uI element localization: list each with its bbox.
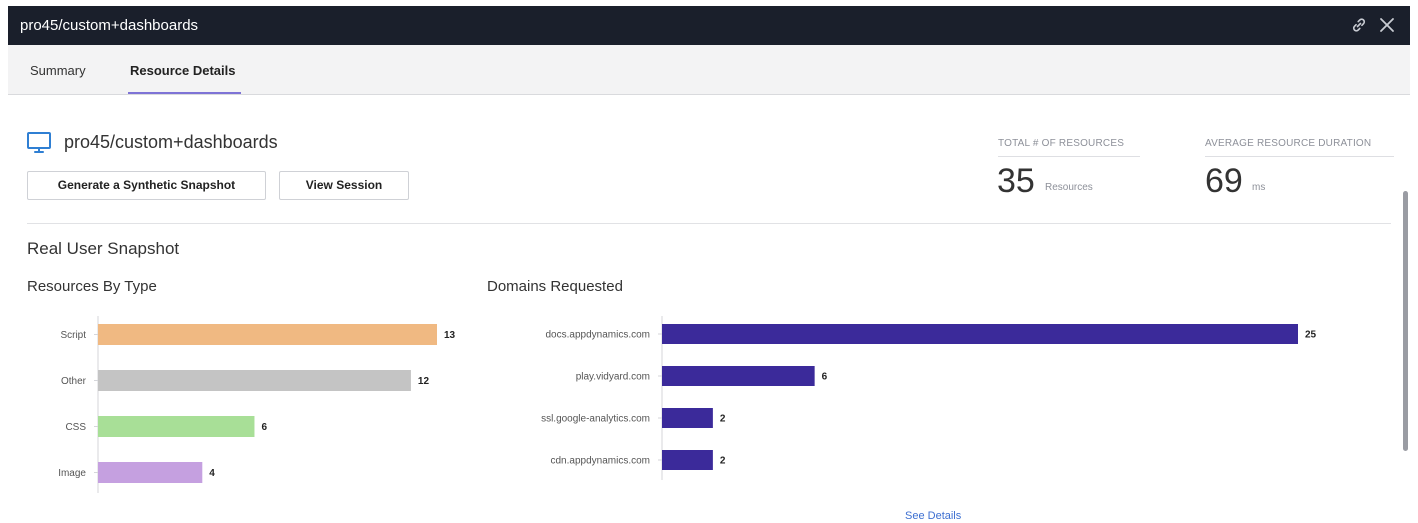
category-label: Script <box>60 330 86 341</box>
bar[interactable] <box>98 324 437 345</box>
see-details-link[interactable]: See Details <box>905 510 961 522</box>
total-resources-value: 35 <box>997 162 1035 200</box>
view-session-button[interactable]: View Session <box>279 171 409 200</box>
category-label: CSS <box>65 422 86 433</box>
bar[interactable] <box>662 324 1298 344</box>
category-label: play.vidyard.com <box>576 372 650 383</box>
tab-summary[interactable]: Summary <box>30 63 86 78</box>
bar[interactable] <box>662 366 815 386</box>
total-resources-label: TOTAL # OF RESOURCES <box>998 138 1125 149</box>
bar[interactable] <box>662 408 713 428</box>
resources-by-type-chart: Script 13 Other 12 CSS 6 Image 4 <box>58 316 456 493</box>
bar-value-label: 2 <box>720 456 726 467</box>
stat-divider <box>1205 156 1394 157</box>
total-resources-unit: Resources <box>1045 182 1093 193</box>
category-label: ssl.google-analytics.com <box>541 414 650 425</box>
category-label: Image <box>58 468 86 479</box>
bar-value-label: 13 <box>444 330 456 341</box>
bar[interactable] <box>98 416 255 437</box>
average-duration-label: AVERAGE RESOURCE DURATION <box>1205 138 1372 149</box>
category-label: docs.appdynamics.com <box>546 330 651 341</box>
stat-divider <box>998 156 1140 157</box>
scrollbar[interactable] <box>1402 96 1410 523</box>
category-label: cdn.appdynamics.com <box>551 456 651 467</box>
bar-value-label: 4 <box>209 468 215 479</box>
bar-value-label: 12 <box>418 376 430 387</box>
tab-resource-details[interactable]: Resource Details <box>130 63 236 78</box>
category-label: Other <box>61 376 87 387</box>
close-icon[interactable] <box>1378 16 1396 34</box>
resource-details-dialog: pro45/custom+dashboards Summary Resource… <box>8 6 1410 523</box>
resources-by-type-title: Resources By Type <box>27 278 157 295</box>
dialog-title: pro45/custom+dashboards <box>20 17 199 34</box>
bar[interactable] <box>662 450 713 470</box>
bar-value-label: 6 <box>822 372 828 383</box>
scrollbar-thumb[interactable] <box>1403 191 1408 451</box>
link-icon[interactable] <box>1350 16 1368 34</box>
domains-requested-chart: docs.appdynamics.com 25 play.vidyard.com 6 s… <box>541 316 1317 480</box>
monitor-icon <box>26 131 52 155</box>
domains-requested-title: Domains Requested <box>487 278 623 295</box>
bar-value-label: 2 <box>720 414 726 425</box>
generate-synthetic-snapshot-button[interactable]: Generate a Synthetic Snapshot <box>27 171 266 200</box>
bar-value-label: 6 <box>261 422 267 433</box>
bar[interactable] <box>98 370 411 391</box>
tab-bar: Summary Resource Details <box>8 45 1410 95</box>
average-duration-unit: ms <box>1252 182 1266 193</box>
resource-details-panel: pro45/custom+dashboards Generate a Synth… <box>8 96 1410 523</box>
active-tab-indicator <box>128 92 241 94</box>
average-duration-value: 69 <box>1205 162 1243 200</box>
dialog-titlebar: pro45/custom+dashboards <box>8 6 1410 45</box>
page-name: pro45/custom+dashboards <box>64 132 278 152</box>
section-title: Real User Snapshot <box>27 239 180 258</box>
bar[interactable] <box>98 462 203 483</box>
section-divider <box>27 223 1391 224</box>
bar-value-label: 25 <box>1305 330 1317 341</box>
